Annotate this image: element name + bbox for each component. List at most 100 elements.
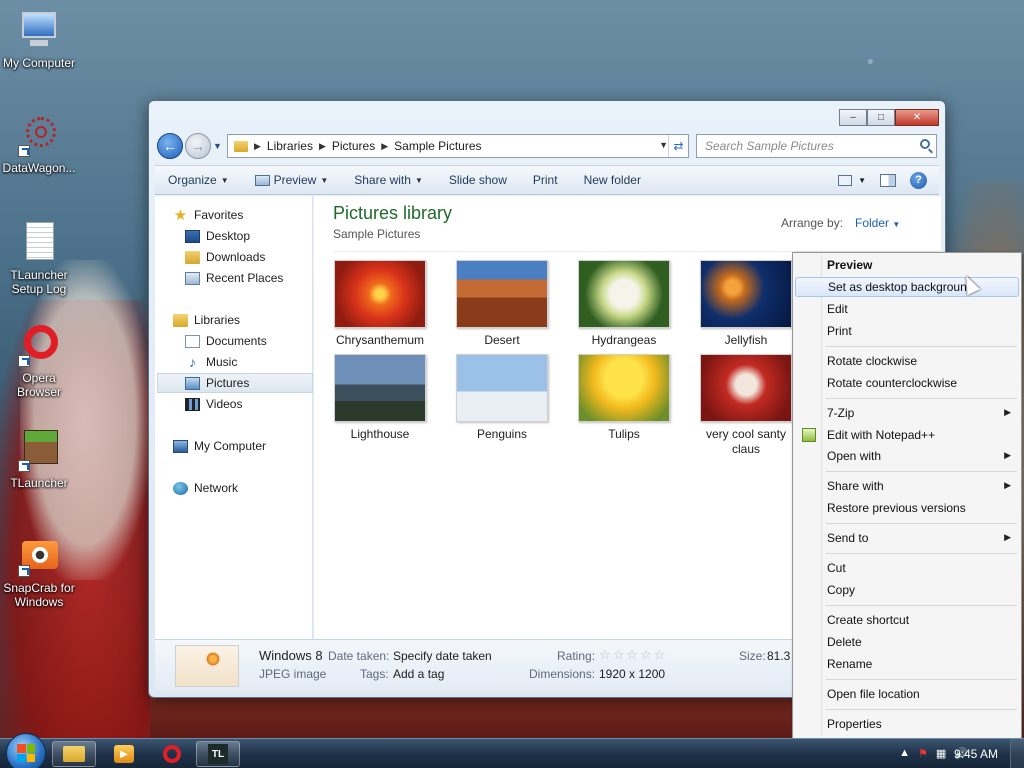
forward-button[interactable]: → <box>185 133 211 159</box>
menu-item-set-desktop-background[interactable]: Set as desktop background <box>795 277 1019 297</box>
desktop-icon-tlauncher-setup-log[interactable]: TLauncher Setup Log <box>0 222 78 296</box>
nav-libraries[interactable]: Libraries <box>173 310 329 330</box>
menu-separator <box>826 553 1017 554</box>
menu-label: Open file location <box>827 687 920 701</box>
recent-places-icon <box>185 271 200 285</box>
preview-pane-icon[interactable] <box>880 173 896 187</box>
recent-pages-dropdown[interactable]: ▼ <box>213 141 222 151</box>
back-button[interactable]: ← <box>157 133 183 159</box>
desktop-icon-opera[interactable]: Opera Browser <box>0 325 78 399</box>
chevron-right-icon[interactable]: ▶ <box>319 141 326 152</box>
chevron-right-icon[interactable]: ▶ <box>381 141 388 152</box>
taskbar-tlauncher[interactable]: TL <box>196 741 240 767</box>
star-icon: ★ <box>173 206 188 224</box>
clock[interactable]: 9:45 AM <box>954 747 998 761</box>
file-name: Chrysanthemum <box>335 333 425 347</box>
slide-show-button[interactable]: Slide show <box>436 166 520 194</box>
arrange-by-label: Arrange by: <box>781 216 844 230</box>
menu-item-open-file-location[interactable]: Open file location <box>795 684 1019 704</box>
taskbar-media-player[interactable]: ▶ <box>102 741 146 767</box>
desktop-icon-my-computer[interactable]: My Computer <box>0 10 78 70</box>
nav-my-computer[interactable]: My Computer <box>173 436 329 456</box>
taskbar-explorer[interactable] <box>52 741 96 767</box>
taskbar-opera[interactable] <box>150 741 194 767</box>
show-hidden-icons-icon[interactable]: ▲ <box>899 747 910 760</box>
print-button[interactable]: Print <box>520 166 571 194</box>
change-view-button[interactable]: ▼ <box>838 174 866 186</box>
start-button[interactable] <box>6 733 46 768</box>
file-thumbnail[interactable]: Jellyfish <box>691 260 801 348</box>
menu-item-restore-previous-versions[interactable]: Restore previous versions <box>795 498 1019 518</box>
media-player-icon: ▶ <box>114 745 134 763</box>
menu-label: Rotate clockwise <box>827 354 918 368</box>
address-dropdown-icon[interactable]: ▼ <box>659 140 668 150</box>
file-thumbnail[interactable]: Hydrangeas <box>569 260 679 348</box>
nav-favorites[interactable]: ★ Favorites <box>173 205 329 225</box>
new-folder-button[interactable]: New folder <box>571 166 654 194</box>
breadcrumb-sample-pictures[interactable]: Sample Pictures <box>394 139 481 153</box>
menu-item-print[interactable]: Print <box>795 321 1019 341</box>
nav-network[interactable]: Network <box>173 478 329 498</box>
organize-button[interactable]: Organize ▼ <box>155 166 242 194</box>
nav-pictures[interactable]: Pictures <box>157 373 313 393</box>
help-icon[interactable]: ? <box>910 171 927 189</box>
lighthouse-image <box>334 354 426 422</box>
menu-item-send-to[interactable]: Send to ▶ <box>795 528 1019 548</box>
minimize-button[interactable]: – <box>839 109 867 126</box>
menu-item-create-shortcut[interactable]: Create shortcut <box>795 610 1019 630</box>
action-center-flag-icon[interactable]: ⚑ <box>918 747 928 760</box>
nav-label: Libraries <box>194 313 241 327</box>
jellyfish-image <box>700 260 792 328</box>
address-bar[interactable]: ▶ Libraries ▶ Pictures ▶ Sample Pictures… <box>227 134 689 158</box>
chevron-down-icon: ▼ <box>220 175 229 185</box>
file-thumbnail[interactable]: Tulips <box>569 354 679 442</box>
minecraft-block-icon <box>18 430 60 472</box>
desktop-icon-tlauncher[interactable]: TLauncher <box>0 430 78 490</box>
hydrangeas-image <box>578 260 670 328</box>
rating-label: Rating: <box>557 649 596 663</box>
tulips-image <box>578 354 670 422</box>
file-thumbnail[interactable]: Penguins <box>447 354 557 442</box>
chevron-right-icon[interactable]: ▶ <box>254 141 261 152</box>
file-thumbnail[interactable]: very cool santy claus <box>691 354 801 457</box>
file-thumbnail[interactable]: Chrysanthemum <box>325 260 435 348</box>
menu-item-copy[interactable]: Copy <box>795 580 1019 600</box>
show-desktop-button[interactable] <box>1010 739 1024 768</box>
arrange-by-dropdown[interactable]: Folder ▼ <box>855 216 900 230</box>
menu-item-share-with[interactable]: Share with ▶ <box>795 476 1019 496</box>
library-subtitle: Sample Pictures <box>333 227 421 241</box>
arrow-left-icon: ← <box>163 138 177 154</box>
music-note-icon: ♪ <box>189 353 196 370</box>
date-taken-value[interactable]: Specify date taken <box>393 649 492 663</box>
desktop-icon-datawagon[interactable]: DataWagon... <box>0 115 78 175</box>
submenu-arrow-icon: ▶ <box>1004 450 1011 460</box>
breadcrumb-pictures[interactable]: Pictures <box>332 139 375 153</box>
maximize-button[interactable]: □ <box>867 109 895 126</box>
desktop-icon-snapcrab[interactable]: SnapCrab for Windows <box>0 535 78 609</box>
menu-item-rename[interactable]: Rename <box>795 654 1019 674</box>
print-label: Print <box>532 173 558 187</box>
share-with-button[interactable]: Share with ▼ <box>341 166 436 194</box>
preview-button[interactable]: Preview ▼ <box>242 166 342 194</box>
menu-item-properties[interactable]: Properties <box>795 714 1019 734</box>
menu-item-edit[interactable]: Edit <box>795 299 1019 319</box>
menu-item-preview[interactable]: Preview <box>795 255 1019 275</box>
search-input[interactable]: Search Sample Pictures <box>696 134 937 158</box>
menu-item-rotate-counterclockwise[interactable]: Rotate counterclockwise <box>795 373 1019 393</box>
tags-value[interactable]: Add a tag <box>393 667 444 681</box>
rating-stars[interactable]: ☆☆☆☆☆ <box>599 647 667 663</box>
menu-item-7zip[interactable]: 7-Zip ▶ <box>795 403 1019 423</box>
menu-item-edit-notepad[interactable]: Edit with Notepad++ <box>795 425 1019 445</box>
search-icon[interactable] <box>920 139 930 149</box>
menu-item-cut[interactable]: Cut <box>795 558 1019 578</box>
network-status-icon[interactable]: ▦ <box>936 747 946 760</box>
file-thumbnail[interactable]: Lighthouse <box>325 354 435 442</box>
menu-item-rotate-clockwise[interactable]: Rotate clockwise <box>795 351 1019 371</box>
file-thumbnail[interactable]: Desert <box>447 260 557 348</box>
close-button[interactable]: ✕ <box>895 109 939 126</box>
refresh-icon[interactable]: ⇄ <box>668 135 688 157</box>
menu-item-open-with[interactable]: Open with ▶ <box>795 446 1019 466</box>
documents-icon <box>185 334 200 348</box>
breadcrumb-libraries[interactable]: Libraries <box>267 139 313 153</box>
menu-item-delete[interactable]: Delete <box>795 632 1019 652</box>
